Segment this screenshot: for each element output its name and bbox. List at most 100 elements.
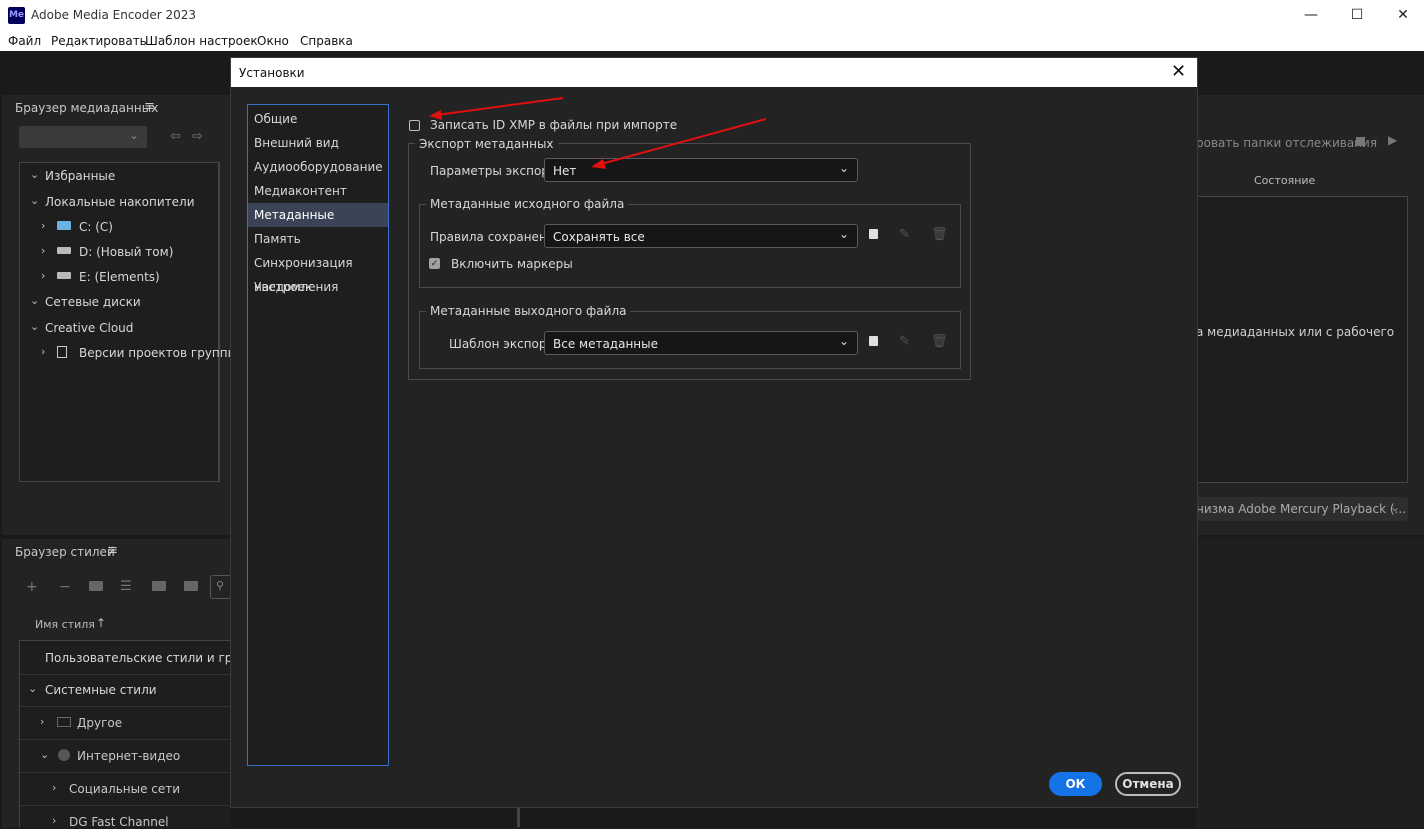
menu-window[interactable]: Окно	[257, 34, 289, 48]
chevron-icon[interactable]: ›	[41, 219, 45, 232]
search-field[interactable]: ⚲	[210, 575, 232, 599]
cancel-button[interactable]: Отмена	[1115, 772, 1181, 796]
style-item-system: Системные стили	[45, 683, 157, 697]
nav-metadata[interactable]: Метаданные	[248, 203, 388, 227]
remove-icon[interactable]: −	[59, 579, 71, 595]
dialog-title: Установки	[239, 66, 305, 80]
style-browser-title: Браузер стилей	[15, 545, 115, 559]
chevron-icon[interactable]: ⌄	[30, 168, 39, 181]
globe-icon	[58, 749, 70, 761]
settings-icon[interactable]: ☰	[120, 579, 132, 594]
menu-file[interactable]: Файл	[8, 34, 41, 48]
tree-item-network-drives[interactable]: Сетевые диски	[45, 295, 141, 309]
chevron-icon[interactable]: ›	[41, 244, 45, 257]
menu-bar: Файл Редактировать Шаблон настроек Окно …	[0, 31, 1424, 51]
chevron-icon[interactable]: ›	[52, 781, 56, 794]
list-item[interactable]: ⌄ Интернет-видео	[20, 739, 231, 773]
preferences-dialog: Установки ✕ Общие Внешний вид Аудиообору…	[230, 57, 1198, 808]
sort-arrow-icon[interactable]: ↑	[96, 616, 106, 630]
tree-item-creative-cloud[interactable]: Creative Cloud	[45, 321, 133, 335]
tree-item-favorites[interactable]: Избранные	[45, 169, 115, 183]
nav-appearance[interactable]: Внешний вид	[248, 131, 388, 155]
list-item[interactable]: ⌄ Системные стили	[20, 673, 231, 707]
play-icon[interactable]: ▶	[1388, 133, 1397, 147]
chevron-icon[interactable]: ›	[40, 715, 44, 728]
nav-memory[interactable]: Память	[248, 227, 388, 251]
tree-item-drive-d[interactable]: D: (Новый том)	[79, 245, 173, 259]
nav-sync-settings[interactable]: Синхронизация настроек	[248, 251, 388, 294]
export-template-dropdown[interactable]: Все метаданные ⌄	[544, 331, 858, 355]
search-icon: ⚲	[216, 579, 225, 592]
edit-pencil-icon[interactable]: ✎	[899, 227, 910, 242]
forward-arrow-icon[interactable]: ⇨	[192, 129, 203, 144]
tree-item-drive-c[interactable]: C: (C)	[79, 220, 113, 234]
renderer-dropdown[interactable]: низма Adobe Mercury Playback (... ⌄	[1196, 497, 1408, 521]
nav-media[interactable]: Медиаконтент	[248, 179, 388, 203]
dialog-close-icon[interactable]: ✕	[1171, 61, 1186, 82]
list-item[interactable]: Пользовательские стили и группы	[20, 640, 265, 675]
chevron-icon[interactable]: ⌄	[30, 194, 39, 207]
nav-general[interactable]: Общие	[248, 107, 388, 131]
queue-hint: а медиаданных или с рабочего	[1196, 325, 1395, 339]
chevron-icon[interactable]: ›	[41, 345, 45, 358]
maximize-button[interactable]: ☐	[1334, 0, 1380, 31]
save-rules-dropdown[interactable]: Сохранять все ⌄	[544, 224, 858, 248]
chevron-icon[interactable]: ›	[52, 814, 56, 827]
monitor-icon	[57, 717, 71, 727]
status-column-header[interactable]: Состояние	[1254, 174, 1315, 187]
menu-edit[interactable]: Редактировать	[51, 34, 147, 48]
column-header-style-name[interactable]: Имя стиля	[35, 618, 95, 631]
close-window-button[interactable]: ✕	[1380, 0, 1424, 31]
menu-preset[interactable]: Шаблон настроек	[145, 34, 258, 48]
stop-icon[interactable]	[1356, 137, 1365, 146]
team-projects-icon	[57, 346, 67, 358]
tree-item-drive-e[interactable]: E: (Elements)	[79, 270, 160, 284]
chevron-icon[interactable]: ⌄	[40, 748, 49, 761]
trash-icon[interactable]: 🗑	[931, 227, 948, 242]
export-template-value: Все метаданные	[553, 337, 659, 351]
watch-folders-label[interactable]: ровать папки отслеживания	[1196, 136, 1377, 150]
drive-icon	[57, 272, 71, 279]
style-item-other: Другое	[77, 716, 123, 730]
group-icon[interactable]	[89, 581, 103, 591]
ok-button[interactable]: ОК	[1049, 772, 1102, 796]
nav-audio-hardware[interactable]: Аудиооборудование	[248, 155, 388, 179]
list-item[interactable]: › DG Fast Channel	[20, 805, 231, 829]
menu-help[interactable]: Справка	[300, 34, 353, 48]
style-item-web-video: Интернет-видео	[77, 749, 181, 763]
chevron-icon[interactable]: ›	[41, 269, 45, 282]
minimize-button[interactable]: —	[1288, 0, 1334, 31]
chevron-icon[interactable]: ⌄	[30, 320, 39, 333]
preferences-nav: Общие Внешний вид Аудиооборудование Меди…	[247, 104, 389, 766]
chevron-icon[interactable]: ⌄	[30, 294, 39, 307]
list-item[interactable]: › Другое	[20, 706, 231, 740]
back-arrow-icon[interactable]: ⇦	[170, 129, 181, 144]
app-logo-icon: Me	[8, 7, 25, 24]
trash-icon[interactable]: 🗑	[931, 334, 948, 349]
media-browser-title: Браузер медиаданных	[15, 101, 159, 115]
tree-item-local-drives[interactable]: Локальные накопители	[45, 195, 195, 209]
tree-item-team-projects[interactable]: Версии проектов группы	[79, 346, 237, 360]
annotation-arrowhead	[429, 110, 442, 120]
list-item[interactable]: › Социальные сети	[20, 772, 231, 806]
include-markers-checkbox[interactable]: ✓	[429, 258, 440, 269]
write-xmp-checkbox[interactable]	[409, 120, 420, 131]
panel-menu-icon[interactable]: ≡	[144, 99, 155, 114]
drive-icon	[57, 247, 71, 254]
output-metadata-title: Метаданные выходного файла	[426, 304, 631, 318]
panel-menu-icon[interactable]: ≡	[107, 543, 118, 558]
add-icon[interactable]: +	[26, 579, 38, 595]
media-browser-panel: Браузер медиаданных ≡ ⌄ ⇦ ⇨	[2, 95, 230, 535]
chevron-icon[interactable]: ⌄	[28, 682, 37, 695]
chevron-down-icon: ⌄	[128, 128, 139, 142]
renderer-value: низма Adobe Mercury Playback (...	[1196, 502, 1406, 516]
drive-dropdown[interactable]: ⌄	[19, 126, 147, 148]
panel-divider	[517, 806, 520, 827]
new-preset-icon[interactable]	[869, 336, 878, 346]
tree-divider	[218, 163, 219, 481]
new-preset-icon[interactable]	[869, 229, 878, 239]
edit-pencil-icon[interactable]: ✎	[899, 334, 910, 349]
nav-notifications[interactable]: Уведомления	[248, 275, 388, 299]
folder-icon[interactable]	[184, 581, 198, 591]
duplicate-icon[interactable]	[152, 581, 166, 591]
